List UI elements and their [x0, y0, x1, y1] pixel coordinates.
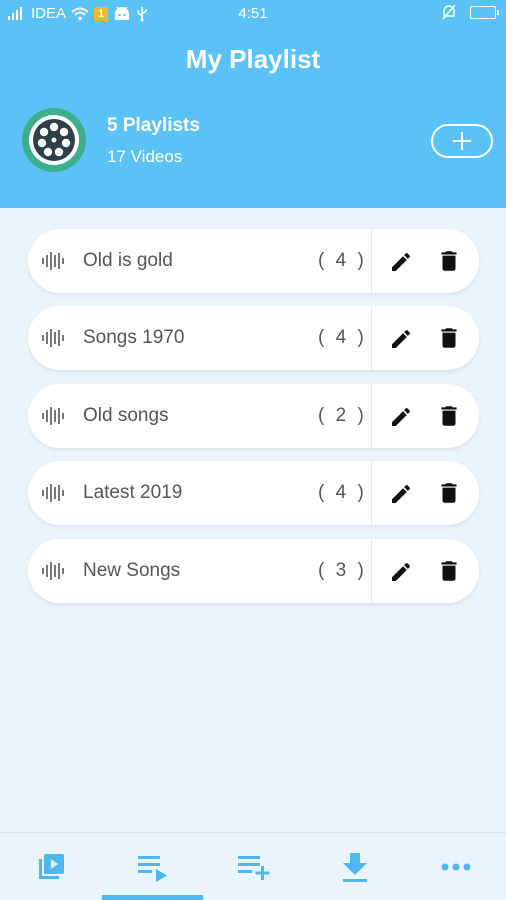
playlist-name: Old songs — [83, 405, 169, 426]
edit-icon[interactable] — [389, 482, 413, 506]
film-reel-icon — [33, 119, 75, 161]
more-icon — [441, 863, 470, 871]
silent-icon — [442, 4, 456, 20]
playlist-add-icon — [237, 856, 269, 880]
playlist-item-count: ( 4 ) — [318, 327, 367, 348]
edit-icon[interactable] — [389, 250, 413, 274]
audio-wave-icon — [42, 252, 64, 270]
delete-icon[interactable] — [436, 248, 462, 274]
clock: 4:51 — [238, 5, 268, 22]
add-playlist-button[interactable] — [431, 124, 493, 158]
audio-wave-icon — [42, 562, 64, 580]
playlist-count: 5 Playlists — [107, 115, 200, 136]
audio-wave-icon — [42, 484, 64, 502]
divider — [371, 461, 372, 525]
audio-wave-icon — [42, 329, 64, 347]
tab-playlists[interactable] — [102, 833, 203, 900]
playlist-play-icon — [137, 856, 167, 882]
bottom-tab-bar — [0, 832, 506, 900]
playlist-row[interactable]: New Songs ( 3 ) — [28, 539, 479, 603]
plus-icon — [453, 132, 471, 150]
edit-icon[interactable] — [389, 405, 413, 429]
playlist-item-count: ( 4 ) — [318, 482, 367, 503]
playlist-row[interactable]: Latest 2019 ( 4 ) — [28, 461, 479, 525]
tab-videos[interactable] — [0, 833, 101, 900]
playlist-item-count: ( 2 ) — [318, 405, 367, 426]
playlist-name: Latest 2019 — [83, 482, 183, 503]
divider — [371, 384, 372, 448]
header: IDEA 1 4:51 My Playlist 5 Playlists 17 V… — [0, 0, 506, 208]
playlist-avatar — [22, 108, 86, 172]
tab-more[interactable] — [405, 833, 506, 900]
delete-icon[interactable] — [436, 403, 462, 429]
tab-downloads[interactable] — [304, 833, 405, 900]
playlist-item-count: ( 3 ) — [318, 560, 367, 581]
playlist-name: Songs 1970 — [83, 327, 185, 348]
download-icon — [342, 853, 367, 882]
playlist-name: Old is gold — [83, 250, 173, 271]
status-bar: IDEA 1 4:51 — [0, 0, 506, 28]
delete-icon[interactable] — [436, 480, 462, 506]
playlist-row[interactable]: Old songs ( 2 ) — [28, 384, 479, 448]
playlist-name: New Songs — [83, 560, 181, 581]
video-count: 17 Videos — [107, 147, 183, 166]
divider — [371, 539, 372, 603]
delete-icon[interactable] — [436, 558, 462, 584]
battery-icon — [470, 5, 499, 19]
playlist-item-count: ( 4 ) — [318, 250, 367, 271]
page-title: My Playlist — [185, 44, 321, 74]
video-library-icon — [38, 854, 64, 879]
edit-icon[interactable] — [389, 327, 413, 351]
edit-icon[interactable] — [389, 560, 413, 584]
playlist-row[interactable]: Old is gold ( 4 ) — [28, 229, 479, 293]
divider — [371, 306, 372, 370]
tab-add-playlist[interactable] — [203, 833, 304, 900]
divider — [371, 229, 372, 293]
playlist-row[interactable]: Songs 1970 ( 4 ) — [28, 306, 479, 370]
selected-tab-indicator — [102, 895, 203, 900]
audio-wave-icon — [42, 407, 64, 425]
delete-icon[interactable] — [436, 325, 462, 351]
